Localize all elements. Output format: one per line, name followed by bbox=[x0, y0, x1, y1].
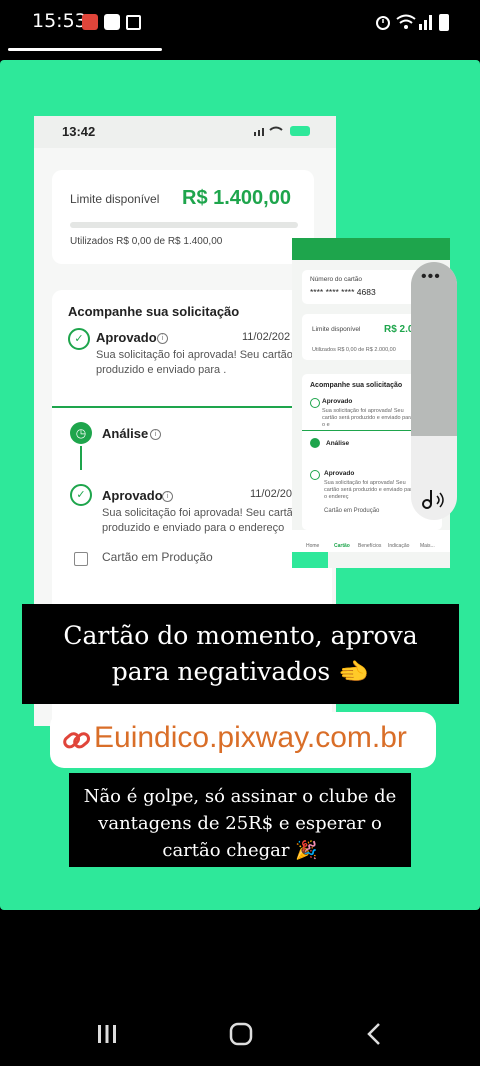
mini-limit-label: Limite disponível bbox=[312, 326, 361, 333]
divider bbox=[52, 406, 332, 408]
check-circle-icon: ✓ bbox=[68, 328, 90, 350]
mini-analysis-label: Análise bbox=[326, 440, 350, 447]
alarm-icon bbox=[376, 16, 390, 30]
home-icon[interactable] bbox=[229, 1022, 253, 1046]
track-title: Acompanhe sua solicitação bbox=[68, 304, 240, 319]
box-icon bbox=[74, 552, 88, 566]
music-widget[interactable]: ••• bbox=[411, 262, 457, 520]
caption-sub-line3: cartão chegar 🎉 bbox=[162, 840, 318, 861]
caption-main: Cartão do momento, aprova para negativad… bbox=[22, 604, 459, 704]
info-icon-3: i bbox=[162, 491, 173, 502]
phone-status-time: 13:42 bbox=[62, 124, 96, 139]
mini-footer-accent bbox=[292, 552, 328, 568]
recent-apps-icon[interactable] bbox=[96, 1023, 118, 1045]
caption-main-line2: para negativados 🫲 bbox=[111, 657, 370, 686]
status-time: 15:53 bbox=[32, 10, 87, 32]
link-sticker[interactable]: Euindico.pixway.com.br bbox=[50, 712, 436, 768]
mini-clock-icon bbox=[310, 438, 320, 448]
info-icon-2: i bbox=[150, 429, 161, 440]
limit-label: Limite disponível bbox=[70, 192, 160, 206]
mini-used-text: Utilizados R$ 0,00 de R$ 2.000,00 bbox=[312, 347, 396, 353]
music-note-icon[interactable] bbox=[421, 488, 447, 510]
used-text: Utilizados R$ 0,00 de R$ 1.400,00 bbox=[70, 236, 223, 247]
timeline-line bbox=[80, 446, 82, 470]
limit-bar bbox=[70, 222, 298, 228]
link-text[interactable]: Euindico.pixway.com.br bbox=[94, 721, 407, 755]
mini-tab-more[interactable]: Mais... bbox=[420, 543, 435, 549]
check-circle-icon-2: ✓ bbox=[70, 484, 92, 506]
approved2-label: Aprovado bbox=[102, 488, 163, 503]
limit-card: Limite disponível R$ 1.400,00 Utilizados… bbox=[52, 170, 314, 264]
mini-card-number-value: **** **** **** 4683 bbox=[310, 287, 376, 297]
analysis-label: Análise bbox=[102, 426, 149, 441]
caption-main-line1: Cartão do momento, aprova bbox=[63, 621, 418, 650]
mini-tab-card[interactable]: Cartão bbox=[334, 543, 350, 549]
mini-approved-label: Aprovado bbox=[322, 398, 353, 405]
mini-approved2-label: Aprovado bbox=[324, 470, 355, 477]
signal-icon bbox=[419, 15, 432, 30]
clock-icon: ◷ bbox=[70, 422, 92, 444]
mini-tab-home[interactable]: Home bbox=[306, 543, 319, 549]
info-icon: i bbox=[157, 333, 168, 344]
mini-check-icon bbox=[310, 398, 320, 408]
caption-sub: Não é golpe, só assinar o clube de vanta… bbox=[69, 773, 411, 867]
battery-icon bbox=[439, 14, 449, 31]
mini-track-title: Acompanhe sua solicitação bbox=[310, 382, 403, 389]
link-icon bbox=[63, 732, 91, 749]
system-nav-bar bbox=[0, 1000, 480, 1066]
notification-app-icon bbox=[82, 14, 98, 30]
story-progress-bar bbox=[8, 48, 162, 51]
notification-app-icon-2 bbox=[104, 14, 120, 30]
limit-value: R$ 1.400,00 bbox=[182, 187, 291, 209]
mini-card-number-label: Número do cartão bbox=[310, 276, 363, 283]
approved-date: 11/02/202 bbox=[242, 331, 291, 343]
mini-tab-bar: Home Cartão Benefícios Indicação Mais... bbox=[292, 530, 450, 552]
music-volume-fill bbox=[411, 262, 457, 436]
caption-sub-line1: Não é golpe, só assinar o clube de bbox=[83, 786, 397, 807]
back-icon[interactable] bbox=[366, 1022, 382, 1046]
mini-header bbox=[292, 238, 450, 260]
screenshot-icon bbox=[126, 15, 141, 30]
mini-approved-text: Sua solicitação foi aprovada! Seu cartão… bbox=[322, 408, 414, 428]
production-label: Cartão em Produção bbox=[102, 550, 213, 564]
phone-status-icons bbox=[254, 126, 310, 136]
wifi-icon bbox=[396, 14, 416, 29]
mini-approved2-text: Sua solicitação foi aprovada! Seu cartão… bbox=[324, 480, 416, 500]
approved2-date: 11/02/202 bbox=[250, 488, 299, 500]
status-bar: 15:53 bbox=[0, 0, 480, 44]
mini-check-icon-2 bbox=[310, 470, 320, 480]
approved-label: Aprovado bbox=[96, 330, 157, 345]
mini-tab-indication[interactable]: Indicação bbox=[388, 543, 409, 549]
mini-tab-benefits[interactable]: Benefícios bbox=[358, 543, 381, 549]
caption-sub-line2: vantagens de 25R$ e esperar o bbox=[98, 813, 382, 834]
more-options-icon[interactable]: ••• bbox=[421, 268, 441, 286]
mini-production-label: Cartão em Produção bbox=[324, 508, 380, 514]
